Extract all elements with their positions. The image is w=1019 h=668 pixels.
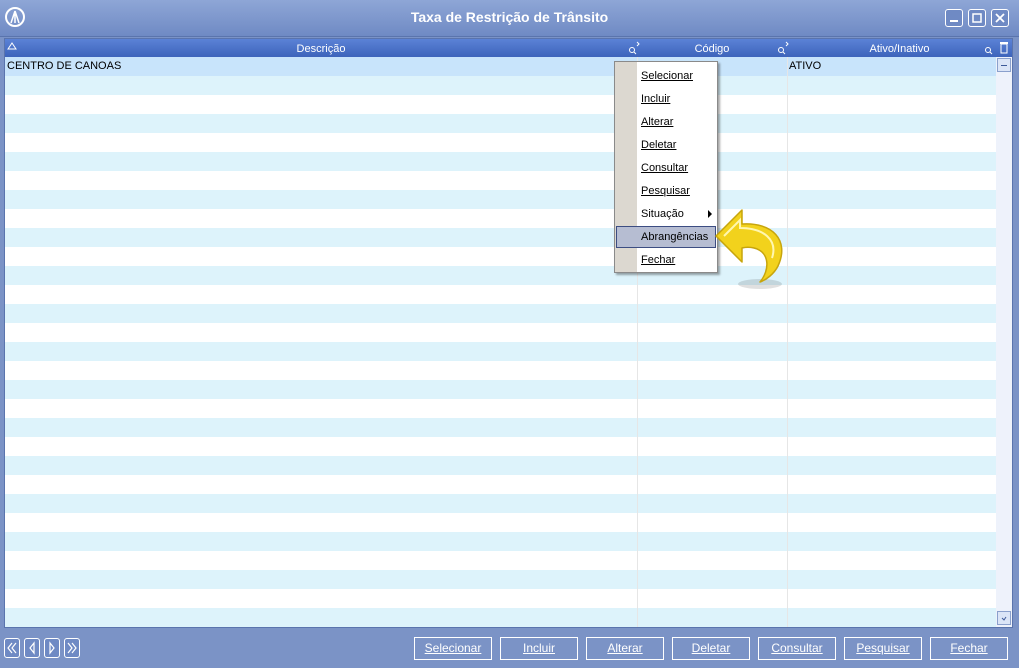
close-icon[interactable] xyxy=(991,9,1009,27)
selecionar-button[interactable]: Selecionar xyxy=(414,637,492,660)
grid-header: Descrição Código Ativo/Inativo xyxy=(5,39,1012,57)
prev-page-icon[interactable] xyxy=(24,638,40,658)
table-row[interactable] xyxy=(5,456,996,475)
table-row[interactable] xyxy=(5,114,996,133)
alterar-button[interactable]: Alterar xyxy=(586,637,664,660)
table-row[interactable] xyxy=(5,342,996,361)
table-row[interactable] xyxy=(5,190,996,209)
scroll-up-icon[interactable] xyxy=(997,58,1011,72)
title-bar: Taxa de Restrição de Trânsito xyxy=(0,0,1019,37)
column-header-descricao[interactable]: Descrição xyxy=(5,39,637,57)
table-row[interactable] xyxy=(5,133,996,152)
column-divider xyxy=(787,57,788,627)
menu-item-abrangencias[interactable]: Abrangências xyxy=(616,226,716,248)
menu-item-label: Abrangências xyxy=(641,231,709,243)
table-row[interactable] xyxy=(5,209,996,228)
next-page-icon[interactable] xyxy=(44,638,60,658)
menu-item-incluir[interactable]: Incluir xyxy=(616,88,716,110)
cell-ativo: ATIVO xyxy=(789,60,822,72)
table-row[interactable] xyxy=(5,95,996,114)
minimize-icon[interactable] xyxy=(945,9,963,27)
table-row[interactable] xyxy=(5,494,996,513)
pointer-arrow-icon xyxy=(715,209,783,289)
menu-item-situacao[interactable]: Situação xyxy=(616,203,716,225)
table-row[interactable] xyxy=(5,380,996,399)
menu-item-label: Alterar xyxy=(641,116,674,128)
maximize-icon[interactable] xyxy=(968,9,986,27)
menu-item-label: Incluir xyxy=(641,93,671,105)
column-search-icon[interactable] xyxy=(983,41,997,55)
last-page-icon[interactable] xyxy=(64,638,80,658)
menu-item-alterar[interactable]: Alterar xyxy=(616,111,716,133)
table-row[interactable] xyxy=(5,418,996,437)
table-row[interactable] xyxy=(5,266,996,285)
vertical-scrollbar[interactable] xyxy=(996,57,1012,627)
table-row[interactable] xyxy=(5,399,996,418)
menu-item-label: Consultar xyxy=(641,162,689,174)
column-header-codigo[interactable]: Código xyxy=(637,39,787,57)
menu-item-consultar[interactable]: Consultar xyxy=(616,157,716,179)
incluir-button[interactable]: Incluir xyxy=(500,637,578,660)
table-row[interactable] xyxy=(5,304,996,323)
table-row[interactable] xyxy=(5,171,996,190)
menu-item-label: Pesquisar xyxy=(641,185,690,197)
cell-descricao: CENTRO DE CANOAS xyxy=(7,60,122,72)
menu-item-label: Selecionar xyxy=(641,70,693,82)
table-row[interactable] xyxy=(5,570,996,589)
menu-item-pesquisar[interactable]: Pesquisar xyxy=(616,180,716,202)
menu-item-fechar[interactable]: Fechar xyxy=(616,249,716,271)
table-row[interactable] xyxy=(5,551,996,570)
menu-item-label: Fechar xyxy=(641,254,676,266)
table-row[interactable] xyxy=(5,532,996,551)
table-row[interactable] xyxy=(5,513,996,532)
table-row[interactable] xyxy=(5,152,996,171)
menu-item-deletar[interactable]: Deletar xyxy=(616,134,716,156)
table-row[interactable] xyxy=(5,247,996,266)
table-row[interactable] xyxy=(5,228,996,247)
deletar-button[interactable]: Deletar xyxy=(672,637,750,660)
table-row[interactable] xyxy=(5,437,996,456)
table-row[interactable] xyxy=(5,76,996,95)
window-title: Taxa de Restrição de Trânsito xyxy=(410,9,609,25)
pesquisar-button[interactable]: Pesquisar xyxy=(844,637,922,660)
table-row[interactable] xyxy=(5,589,996,608)
menu-item-label: Situação xyxy=(641,208,684,220)
scroll-down-icon[interactable] xyxy=(997,611,1011,625)
table-row[interactable] xyxy=(5,361,996,380)
table-row[interactable] xyxy=(5,285,996,304)
data-grid: Descrição Código Ativo/Inativo CENTRO DE… xyxy=(4,38,1013,628)
table-row[interactable] xyxy=(5,475,996,494)
column-header-ativo-inativo[interactable]: Ativo/Inativo xyxy=(787,39,1012,57)
menu-item-selecionar[interactable]: Selecionar xyxy=(616,65,716,87)
context-menu: Selecionar Incluir Alterar Deletar Consultar… xyxy=(614,61,718,273)
table-row[interactable]: CENTRO DE CANOAS ATIVO xyxy=(5,57,996,76)
grid-body: CENTRO DE CANOAS ATIVO xyxy=(5,57,996,627)
table-row[interactable] xyxy=(5,608,996,627)
column-chooser-icon[interactable] xyxy=(997,41,1011,55)
menu-item-label: Deletar xyxy=(641,139,677,151)
first-page-icon[interactable] xyxy=(4,638,20,658)
footer-toolbar: Selecionar Incluir Alterar Deletar Consultar… xyxy=(0,630,1019,668)
consultar-button[interactable]: Consultar xyxy=(758,637,836,660)
fechar-button[interactable]: Fechar xyxy=(930,637,1008,660)
table-row[interactable] xyxy=(5,323,996,342)
